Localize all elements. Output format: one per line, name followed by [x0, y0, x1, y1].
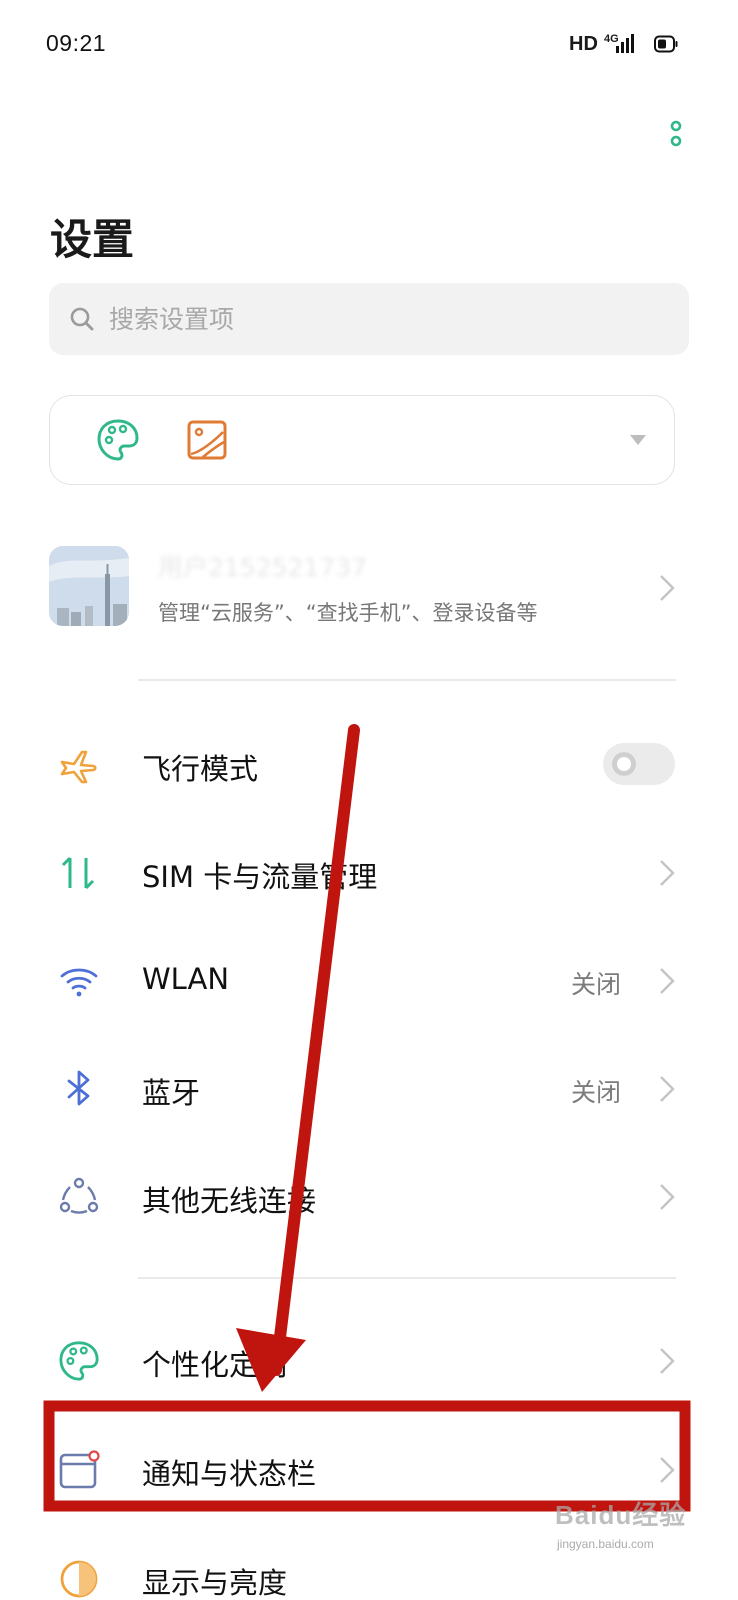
setting-value: 关闭 [571, 1078, 622, 1107]
setting-label: 其他无线连接 [142, 1184, 317, 1218]
account-subtitle: 管理“云服务”、“查找手机”、登录设备等 [158, 601, 538, 625]
setting-airplane-mode[interactable]: 飞行模式 [0, 710, 738, 818]
watermark-url: jingyan.baidu.com [557, 1537, 654, 1551]
setting-wlan[interactable]: WLAN 关闭 [0, 926, 738, 1034]
wallpaper-icon[interactable] [187, 420, 227, 460]
status-time: 09:21 [46, 30, 107, 56]
account-row[interactable]: 用户2152521737 管理“云服务”、“查找手机”、登录设备等 [0, 540, 738, 635]
chevron-right-icon [660, 1348, 675, 1374]
wifi-icon [60, 968, 98, 997]
setting-bluetooth[interactable]: 蓝牙 关闭 [0, 1034, 738, 1142]
chevron-right-icon [660, 1076, 675, 1102]
setting-personalize[interactable]: 个性化定制 [0, 1306, 738, 1414]
airplane-icon [60, 750, 97, 784]
toggle-knob [612, 752, 636, 776]
more-vertical-icon[interactable] [668, 120, 684, 152]
watermark-logo: Baidu经验 [555, 1500, 687, 1530]
setting-label: WLAN [142, 962, 230, 996]
setting-label: 飞行模式 [142, 752, 259, 786]
setting-label: 通知与状态栏 [142, 1457, 317, 1491]
palette-icon [59, 1341, 99, 1381]
chevron-right-icon [660, 968, 675, 994]
setting-value: 关闭 [571, 970, 622, 999]
display-icon [60, 1560, 98, 1598]
setting-other-wireless[interactable]: 其他无线连接 [0, 1142, 738, 1250]
sim-data-icon [61, 856, 95, 890]
status-bar: 09:21 HD 4G [0, 0, 738, 90]
page-title: 设置 [50, 215, 135, 264]
account-name: 用户2152521737 [158, 553, 368, 582]
divider [138, 1277, 676, 1279]
notification-icon [59, 1450, 100, 1489]
palette-icon[interactable] [96, 418, 140, 462]
search-icon [70, 307, 94, 331]
chevron-right-icon [660, 860, 675, 886]
chevron-right-icon [660, 575, 675, 601]
theme-shortcut-card[interactable] [49, 395, 675, 485]
chevron-right-icon [660, 1184, 675, 1210]
avatar-image [49, 546, 129, 626]
signal-icon [616, 34, 634, 53]
hd-indicator: HD [569, 33, 598, 55]
connections-icon [59, 1177, 99, 1214]
setting-label: SIM 卡与流量管理 [142, 860, 378, 894]
avatar [49, 546, 129, 626]
airplane-mode-toggle[interactable] [603, 743, 675, 785]
setting-label: 蓝牙 [142, 1076, 201, 1110]
setting-label: 个性化定制 [142, 1348, 288, 1382]
chevron-down-icon[interactable] [628, 434, 648, 446]
search-input[interactable] [109, 283, 649, 355]
setting-sim-data[interactable]: SIM 卡与流量管理 [0, 818, 738, 926]
setting-label: 显示与亮度 [142, 1566, 288, 1600]
watermark: Baidu经验 jingyan.baidu.com [555, 1495, 705, 1563]
search-bar[interactable] [49, 283, 689, 355]
divider [138, 679, 676, 681]
battery-icon [654, 35, 678, 53]
chevron-right-icon [660, 1457, 675, 1483]
bluetooth-icon [67, 1070, 90, 1106]
